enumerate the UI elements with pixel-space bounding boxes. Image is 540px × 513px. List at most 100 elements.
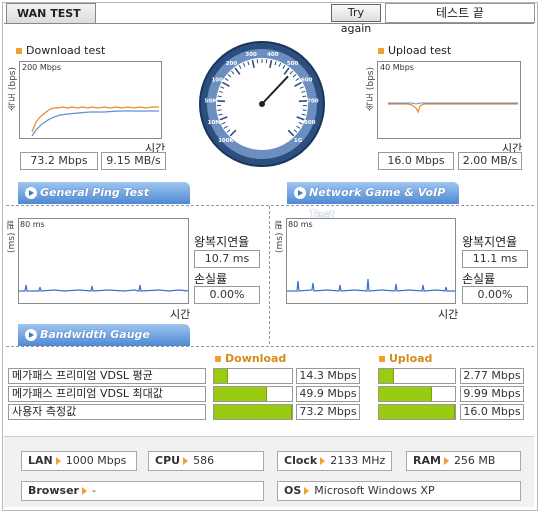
upload-bar-fill: [379, 387, 433, 401]
lan-info: LAN 1000 Mbps: [21, 451, 137, 471]
ping-right-rtt-label: 왕복지연율: [462, 235, 518, 249]
arrow-right-icon: [81, 487, 87, 495]
comparison-row-label: 메가패스 프리미엄 VDSL 최대값: [8, 386, 206, 402]
upload-test-label: Upload test: [378, 44, 451, 57]
upload-speed-mbs: 2.00 MB/s: [458, 152, 522, 170]
gauge-tick: [217, 99, 226, 103]
try-again-button[interactable]: Try again: [331, 4, 381, 35]
gauge-tick: [217, 109, 222, 111]
arrow-right-icon: [25, 187, 37, 199]
download-bar-fill: [214, 387, 268, 401]
download-value: 14.3 Mbps: [296, 368, 360, 384]
gauge-tick-label: 500: [287, 61, 299, 67]
ping-right-chart: [286, 218, 456, 304]
ping-right-loss-label: 손실률: [462, 272, 496, 286]
upload-orange-line: [388, 103, 518, 114]
upload-value: 2.77 Mbps: [460, 368, 524, 384]
bullet-icon: [16, 48, 22, 54]
ping-divider: [269, 206, 270, 344]
gauge-tick: [217, 95, 222, 98]
bandwidth-gauge-button[interactable]: Bandwidth Gauge: [18, 324, 190, 346]
download-chart: [19, 61, 162, 139]
download-test-label: Download test: [16, 44, 105, 57]
ping-right-x-axis-label: 시간: [438, 308, 459, 321]
gauge-tick-label: 10M: [208, 120, 221, 126]
arrow-right-icon: [320, 457, 326, 465]
ping-right-y-axis-label: (ms) 필: [275, 220, 285, 253]
gauge-tick-label: 400: [267, 52, 279, 58]
gauge-tick-label: 100: [211, 78, 223, 84]
gauge-tick-label: 300: [245, 52, 257, 58]
gauge-tick-label: 600: [301, 78, 313, 84]
download-blue-line: [31, 110, 159, 137]
speed-gauge: 100K 10M 50M 100 200 300 400 500 600 700 800 1G: [198, 40, 326, 168]
upload-y-axis-label: 속도 (bps): [366, 67, 376, 111]
gauge-tick-label: 700: [307, 98, 319, 104]
test-status-field: 테스트 끝: [385, 3, 535, 23]
general-ping-test-button[interactable]: General Ping Test: [18, 182, 190, 204]
ping-left-loss-label: 손실률: [194, 272, 228, 286]
download-y-axis-label: 속도 (bps): [8, 67, 18, 111]
upload-speed-mbps: 16.0 Mbps: [378, 152, 454, 170]
upload-bar: [378, 386, 456, 402]
upload-value: 16.0 Mbps: [460, 404, 524, 420]
upload-column-header: Upload: [379, 352, 432, 365]
gauge-tick-label: 50M: [205, 98, 218, 104]
download-scale-label: 200 Mbps: [22, 63, 62, 72]
section-divider: [6, 346, 534, 347]
upload-chart: [377, 61, 521, 139]
arrow-right-icon: [25, 329, 37, 341]
comparison-row-label: 메가패스 프리미엄 VDSL 평균: [8, 368, 206, 384]
ping-right-scale-label: 80 ms: [288, 220, 313, 229]
arrow-right-icon: [294, 187, 306, 199]
upload-bar-fill: [379, 405, 455, 419]
gauge-tick: [298, 99, 307, 103]
cpu-info: CPU 586: [148, 451, 264, 471]
download-bar: [213, 386, 293, 402]
ping-left-scale-label: 80 ms: [20, 220, 45, 229]
download-value: 73.2 Mbps: [296, 404, 360, 420]
ping-right-rtt-value: 11.1 ms: [462, 250, 528, 268]
download-bar: [213, 368, 293, 384]
download-bar-fill: [214, 405, 292, 419]
arrow-right-icon: [183, 457, 189, 465]
gauge-tick: [302, 95, 307, 98]
download-column-header: Download: [215, 352, 286, 365]
gauge-hub: [259, 101, 265, 107]
clock-info: Clock 2133 MHz: [277, 451, 392, 471]
ping-left-y-axis-label: (ms) 필: [7, 220, 17, 253]
upload-value: 9.99 Mbps: [460, 386, 524, 402]
upload-bar-fill: [379, 369, 395, 383]
header-divider: [4, 23, 534, 24]
gauge-tick: [302, 109, 307, 111]
ping-left-chart: [18, 218, 189, 304]
ping-left-x-axis-label: 시간: [170, 308, 191, 321]
bullet-icon: [379, 356, 385, 362]
download-value: 49.9 Mbps: [296, 386, 360, 402]
arrow-right-icon: [304, 487, 310, 495]
gauge-tick-label: 1G: [294, 138, 303, 144]
os-info: OS Microsoft Windows XP: [277, 481, 521, 501]
ping-left-rtt-label: 왕복지연율: [194, 235, 250, 249]
arrow-right-icon: [55, 457, 61, 465]
ping-left-rtt-value: 10.7 ms: [194, 250, 260, 268]
browser-info: Browser -: [21, 481, 264, 501]
ping-right-line: [287, 278, 455, 292]
network-game-voip-test-button[interactable]: Network Game & VoIP Test: [287, 182, 459, 221]
ping-left-line: [19, 284, 188, 292]
upload-bar: [378, 368, 456, 384]
upload-bar: [378, 404, 456, 420]
download-speed-mbs: 9.15 MB/s: [101, 152, 166, 170]
bullet-icon: [378, 48, 384, 54]
ping-left-loss-value: 0.00%: [194, 286, 260, 304]
download-bar: [213, 404, 293, 420]
wan-test-tab[interactable]: WAN TEST: [6, 3, 96, 23]
download-bar-fill: [214, 369, 229, 383]
gauge-tick-label: 100K: [218, 138, 234, 144]
ram-info: RAM 256 MB: [406, 451, 521, 471]
gauge-tick-label: 800: [304, 120, 316, 126]
gauge-tick-label: 200: [226, 61, 238, 67]
ping-right-loss-value: 0.00%: [462, 286, 528, 304]
download-speed-mbps: 73.2 Mbps: [20, 152, 98, 170]
upload-scale-label: 40 Mbps: [380, 63, 414, 72]
